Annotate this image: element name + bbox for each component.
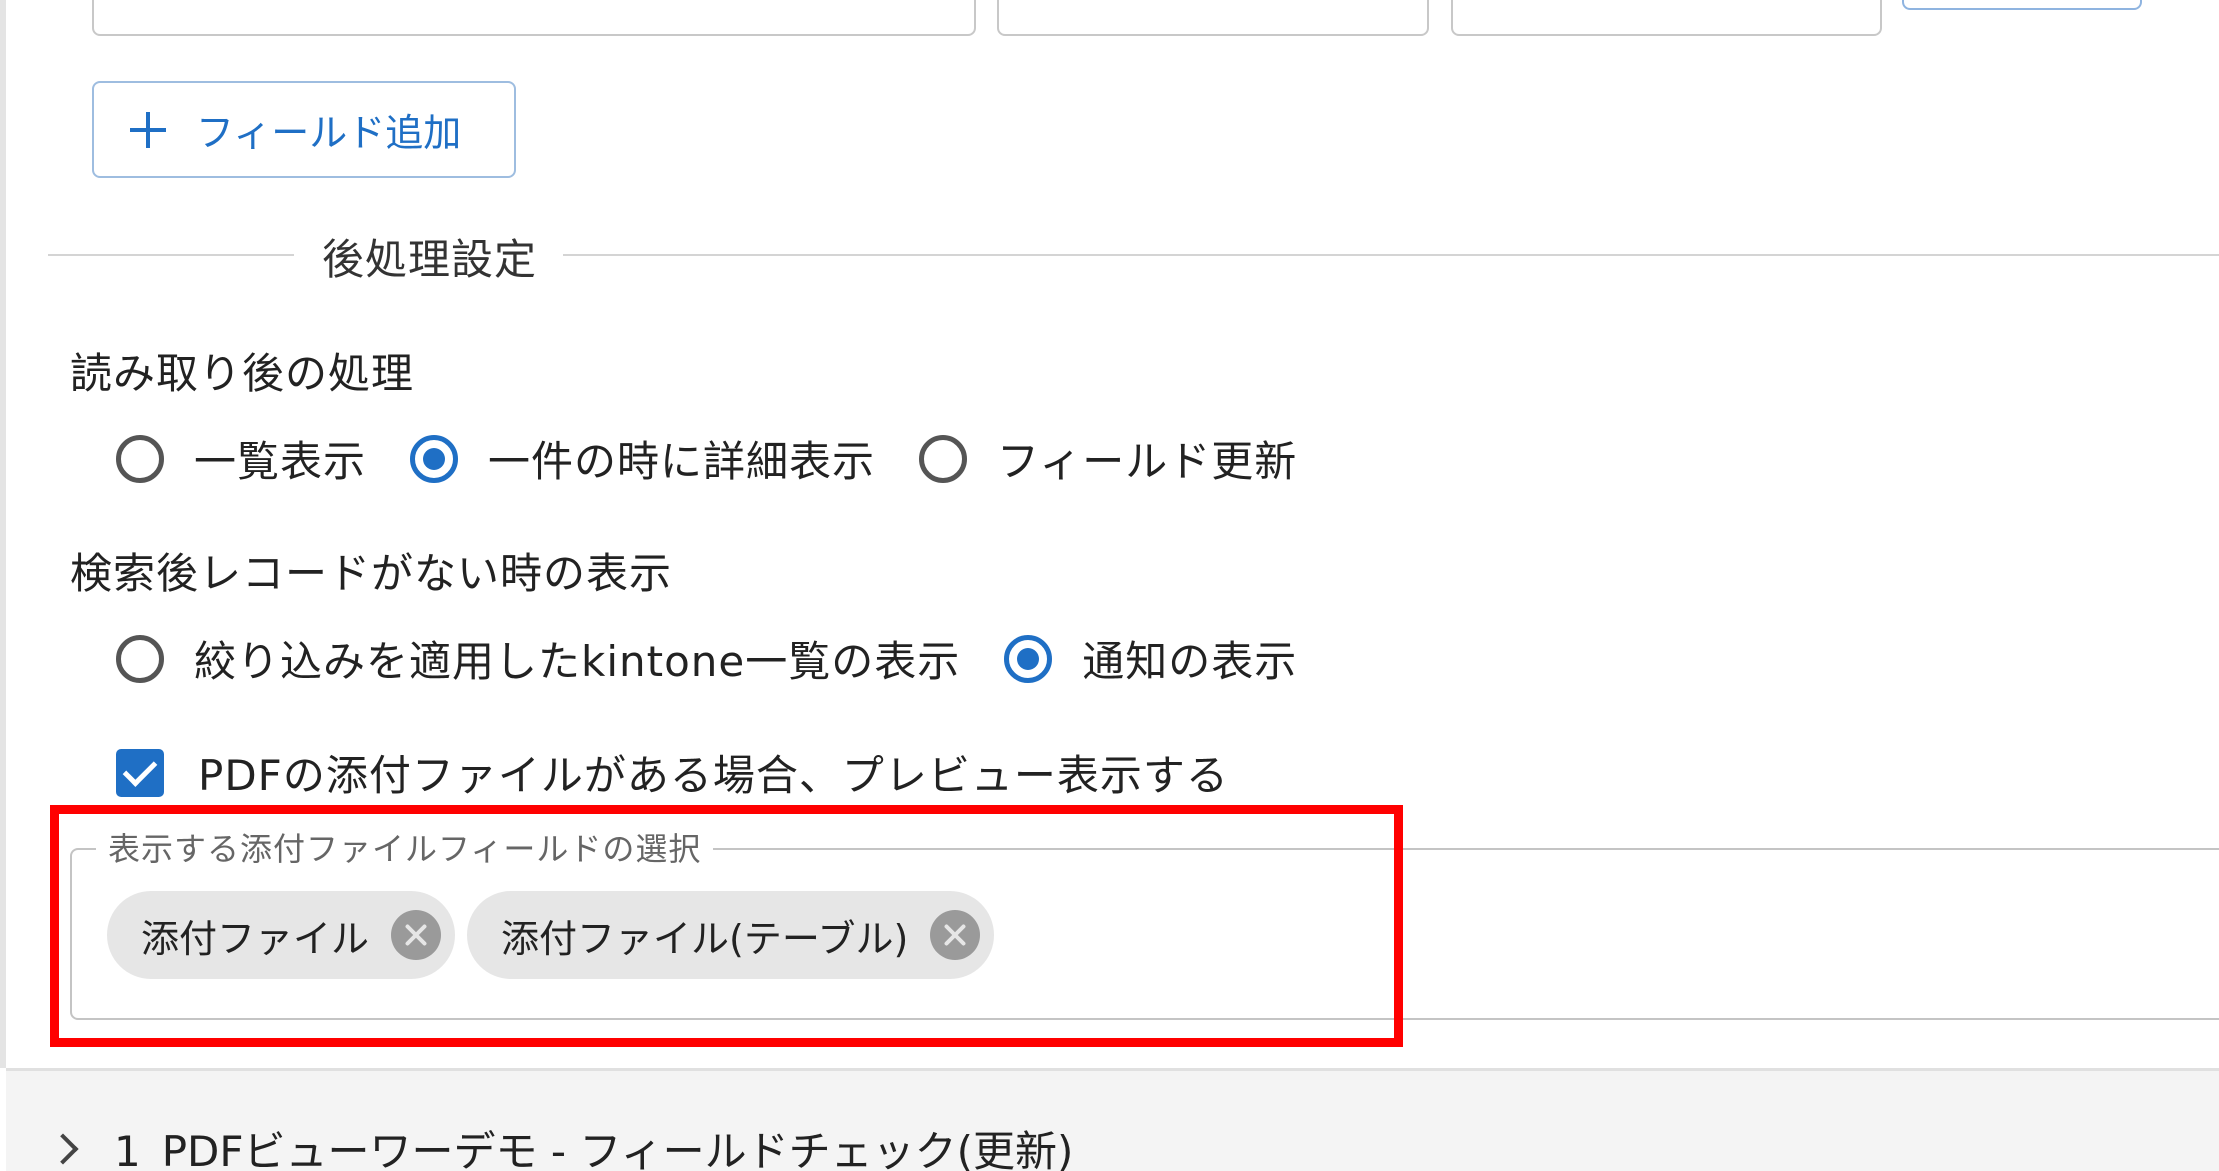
- radio-label: 一件の時に詳細表示: [488, 437, 876, 486]
- radio-label: 絞り込みを適用したkintone一覧の表示: [194, 637, 961, 686]
- radio-notification[interactable]: 通知の表示: [1004, 628, 1297, 689]
- attachment-chips: 添付ファイル 添付ファイル(テーブル): [107, 891, 1006, 979]
- radio-label: フィールド更新: [997, 437, 1298, 486]
- chip-label: 添付ファイル: [141, 916, 370, 961]
- radio-button-checked[interactable]: [410, 434, 459, 483]
- radio-label: 通知の表示: [1082, 637, 1298, 686]
- pdf-preview-label: PDFの添付ファイルがある場合、プレビュー表示する: [198, 751, 1229, 800]
- field-option-input[interactable]: [1451, 0, 1882, 36]
- radio-list-view[interactable]: 一覧表示: [116, 428, 366, 489]
- attachment-field-legend: 表示する添付ファイルフィールドの選択: [96, 824, 714, 870]
- field-type-input[interactable]: [997, 0, 1429, 36]
- chevron-right-icon: [47, 1132, 79, 1165]
- section-divider-left: [48, 254, 294, 256]
- collapsed-panel-header[interactable]: 1_PDFビューワーデモ - フィールドチェック(更新): [47, 1118, 1074, 1171]
- radio-field-update[interactable]: フィールド更新: [919, 428, 1297, 489]
- chip-label: 添付ファイル(テーブル): [501, 916, 909, 961]
- chip-attachment-table: 添付ファイル(テーブル): [467, 891, 995, 979]
- section-divider-right: [563, 254, 2219, 256]
- radio-detail-view[interactable]: 一件の時に詳細表示: [410, 428, 875, 489]
- plus-icon: [130, 111, 166, 148]
- field-action-button[interactable]: [1902, 0, 2142, 10]
- radio-button[interactable]: [919, 434, 968, 483]
- collapsed-panel-title: 1_PDFビューワーデモ - フィールドチェック(更新): [114, 1127, 1074, 1171]
- add-field-button[interactable]: フィールド追加: [92, 81, 516, 178]
- radio-label: 一覧表示: [194, 437, 367, 486]
- after-read-radio-group: 一覧表示 一件の時に詳細表示 フィールド更新: [116, 428, 1341, 489]
- radio-button[interactable]: [116, 634, 164, 683]
- radio-filtered-list[interactable]: 絞り込みを適用したkintone一覧の表示: [116, 628, 960, 689]
- chip-attachment: 添付ファイル: [107, 891, 456, 979]
- close-circle-icon[interactable]: [930, 910, 981, 960]
- radio-button[interactable]: [116, 434, 164, 483]
- left-border: [0, 0, 6, 1068]
- field-name-input[interactable]: [92, 0, 976, 36]
- no-record-radio-group: 絞り込みを適用したkintone一覧の表示 通知の表示: [116, 628, 1341, 689]
- no-record-label: 検索後レコードがない時の表示: [70, 549, 673, 598]
- pdf-preview-checkbox-row[interactable]: PDFの添付ファイルがある場合、プレビュー表示する: [116, 742, 1229, 803]
- after-read-label: 読み取り後の処理: [70, 349, 415, 398]
- radio-button-checked[interactable]: [1004, 634, 1053, 683]
- settings-page: フィールド追加 後処理設定 読み取り後の処理 一覧表示 一件の時に詳細表示 フィ…: [0, 0, 2219, 1171]
- close-circle-icon[interactable]: [391, 910, 442, 960]
- checkbox-checked[interactable]: [116, 748, 164, 797]
- add-field-label: フィールド追加: [196, 111, 462, 155]
- section-title: 後処理設定: [322, 235, 538, 284]
